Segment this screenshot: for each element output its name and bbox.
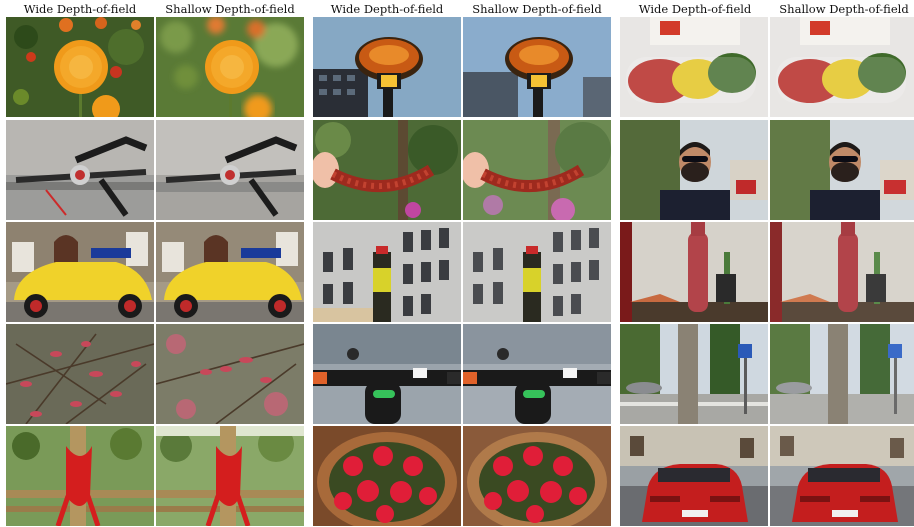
photo-red-leaves-branch-shallow <box>156 324 304 424</box>
column-header-row: Wide Depth-of-field Shallow Depth-of-fie… <box>0 0 914 17</box>
photo-red-leaves-branch-wide <box>6 324 154 424</box>
photo-red-rope-bamboo-wide <box>6 426 154 526</box>
header-wide-dof-2: Wide Depth-of-field <box>330 2 444 16</box>
photo-building-bottle-shallow <box>463 222 611 322</box>
photo-bicycle-handlebar-shallow <box>156 120 304 220</box>
photo-street-lamp-shallow <box>463 17 611 117</box>
photo-red-water-bottle-wide <box>620 222 768 322</box>
photo-red-flowers-pot-shallow <box>463 426 611 526</box>
photo-orange-flowers-shallow <box>156 17 304 117</box>
photo-scooter-handlebar-wide <box>313 324 461 424</box>
photo-red-mustang-wide <box>620 426 768 526</box>
photo-red-mustang-shallow <box>770 426 914 526</box>
photo-man-sunglasses-shallow <box>770 120 914 220</box>
photo-packaged-vegetables-wide <box>620 17 768 117</box>
photo-bicycle-handlebar-wide <box>6 120 154 220</box>
header-wide-dof-3: Wide Depth-of-field <box>638 2 752 16</box>
header-shallow-dof-1: Shallow Depth-of-field <box>165 2 295 16</box>
photo-building-bottle-wide <box>313 222 461 322</box>
photo-yellow-beetle-taxi-shallow <box>156 222 304 322</box>
photo-tree-road-sign-shallow <box>770 324 914 424</box>
photo-scooter-handlebar-shallow <box>463 324 611 424</box>
header-wide-dof-1: Wide Depth-of-field <box>23 2 137 16</box>
photo-red-water-bottle-shallow <box>770 222 914 322</box>
image-grid <box>0 17 914 527</box>
photo-man-sunglasses-wide <box>620 120 768 220</box>
photo-tree-road-sign-wide <box>620 324 768 424</box>
photo-red-flowers-pot-wide <box>313 426 461 526</box>
photo-orange-flowers-wide <box>6 17 154 117</box>
photo-street-lamp-wide <box>313 17 461 117</box>
photo-red-rope-bamboo-shallow <box>156 426 304 526</box>
photo-red-flexible-object-wide <box>313 120 461 220</box>
photo-red-flexible-object-shallow <box>463 120 611 220</box>
photo-packaged-vegetables-shallow <box>770 17 914 117</box>
header-shallow-dof-3: Shallow Depth-of-field <box>779 2 909 16</box>
photo-yellow-beetle-taxi-wide <box>6 222 154 322</box>
header-shallow-dof-2: Shallow Depth-of-field <box>472 2 602 16</box>
